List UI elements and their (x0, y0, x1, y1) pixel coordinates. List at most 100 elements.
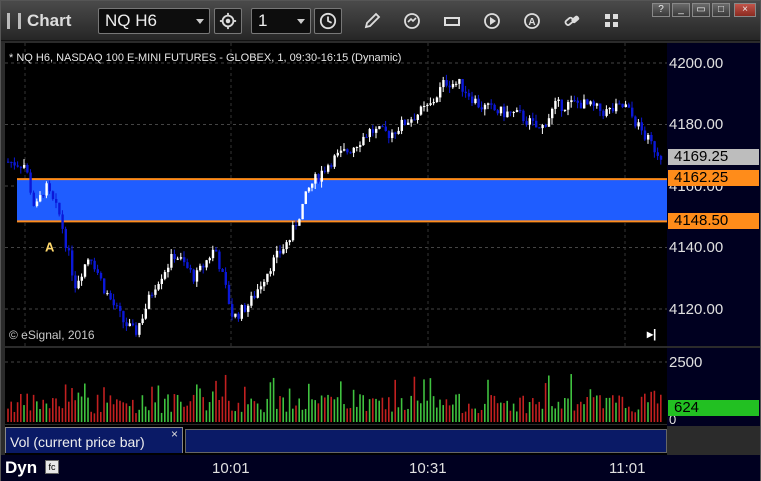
grip-icon[interactable] (7, 13, 21, 29)
price-pane[interactable]: A * NQ H6, NASDAQ 100 E-MINI FUTURES - G… (5, 43, 667, 346)
candle-body (551, 108, 554, 119)
symbol-input[interactable]: NQ H6 (98, 8, 210, 34)
candle-body (288, 240, 291, 243)
candle-body (627, 104, 631, 108)
app-title: Chart (7, 10, 71, 32)
volume-pane[interactable] (5, 348, 667, 424)
candle-body (631, 107, 634, 117)
candle-body (378, 126, 381, 129)
candle-body (474, 98, 477, 104)
candle-body (221, 269, 224, 272)
candle-body (413, 119, 416, 121)
toolbar: Chart NQ H6 1 A ? _ ▭ □ × (1, 1, 760, 41)
candle-body (71, 250, 74, 276)
candle-body (528, 118, 531, 125)
study-tab-volume[interactable]: Vol (current price bar) (5, 427, 183, 453)
close-button[interactable]: × (734, 3, 756, 17)
maximize-button[interactable]: □ (712, 3, 730, 17)
dynamic-label: Dyn (5, 458, 38, 477)
candle-body (307, 187, 311, 192)
candle-body (195, 270, 199, 282)
candle-body (381, 126, 384, 128)
chart-window: Chart NQ H6 1 A ? _ ▭ □ × A * NQ H6, NAS… (0, 0, 761, 481)
candle-body (173, 254, 176, 260)
price-axis[interactable]: 4200.00 4180.00 4160.00 4140.00 4120.00 … (667, 43, 760, 346)
candle-body (218, 251, 221, 270)
candle-body (618, 103, 621, 105)
candle-body (256, 289, 259, 298)
candle-body (125, 322, 128, 327)
candle-body (490, 103, 493, 105)
candle-body (202, 265, 205, 268)
time-tick: 10:31 (409, 460, 447, 477)
candle-body (250, 295, 253, 306)
candle-body (567, 102, 570, 110)
candle-body (298, 219, 301, 226)
candle-body (320, 170, 323, 182)
candle-body (448, 85, 451, 88)
candle-body (10, 161, 13, 163)
candle-body (394, 132, 397, 134)
candle-body (147, 294, 151, 309)
chevron-down-icon[interactable] (196, 19, 204, 24)
draw-tool-button[interactable] (359, 9, 385, 33)
candle-body (154, 289, 157, 295)
minimize-button[interactable]: _ (672, 3, 690, 17)
candle-body (109, 293, 112, 300)
chevron-down-icon[interactable] (297, 19, 305, 24)
scroll-to-end-icon[interactable]: ▸| (647, 327, 656, 341)
candle-body (106, 293, 109, 295)
candle-body (659, 155, 663, 160)
candle-body (266, 273, 269, 282)
candle-body (122, 311, 125, 323)
candle-body (451, 84, 455, 88)
close-icon: × (742, 4, 748, 15)
candle-body (304, 191, 307, 204)
candle-body (243, 304, 247, 312)
candle-body (650, 134, 653, 142)
dynamic-lock-icon[interactable]: fc (45, 460, 59, 474)
candle-body (96, 269, 99, 273)
candle-body (138, 323, 141, 335)
candle-body (272, 257, 275, 272)
alerts-button[interactable]: A (519, 9, 545, 33)
time-axis[interactable]: Dyn fc 10:01 10:31 11:01 (1, 455, 760, 481)
candle-body (560, 99, 563, 112)
order-entry-button[interactable] (439, 9, 465, 33)
price-tick: 4140.00 (669, 239, 724, 256)
candle-body (573, 100, 576, 102)
help-button[interactable]: ? (652, 3, 670, 17)
refresh-button[interactable] (399, 9, 425, 33)
candle-body (371, 129, 375, 133)
candle-body (611, 107, 615, 112)
interval-input[interactable]: 1 (251, 8, 311, 34)
candle-body (128, 323, 131, 327)
candle-body (365, 136, 368, 138)
time-template-button[interactable] (314, 8, 342, 34)
refresh-icon (404, 13, 420, 29)
candle-body (215, 249, 218, 252)
close-icon[interactable]: × (171, 427, 178, 441)
zone-upper-tag: 4162.25 (668, 170, 759, 186)
candle-body (403, 119, 407, 125)
candle-body (419, 106, 423, 115)
price-plot[interactable]: A (5, 43, 667, 346)
candle-body (368, 129, 371, 138)
volume-last-tag: 624 (668, 400, 759, 416)
candle-body (58, 202, 61, 215)
replay-button[interactable] (479, 9, 505, 33)
candle-body (563, 109, 567, 112)
link-button[interactable] (559, 9, 585, 33)
grid-button[interactable] (599, 9, 625, 33)
candle-body (323, 170, 327, 172)
volume-tick: 2500 (669, 354, 703, 371)
candle-body (77, 280, 80, 289)
volume-plot[interactable] (5, 348, 667, 424)
candle-body (42, 195, 45, 197)
volume-axis[interactable]: 2500 0 624 (667, 348, 760, 427)
restore-button[interactable]: ▭ (692, 3, 710, 17)
candle-body (624, 104, 627, 108)
candle-body (183, 257, 186, 263)
candle-body (205, 260, 208, 268)
interval-settings-button[interactable] (214, 8, 242, 34)
